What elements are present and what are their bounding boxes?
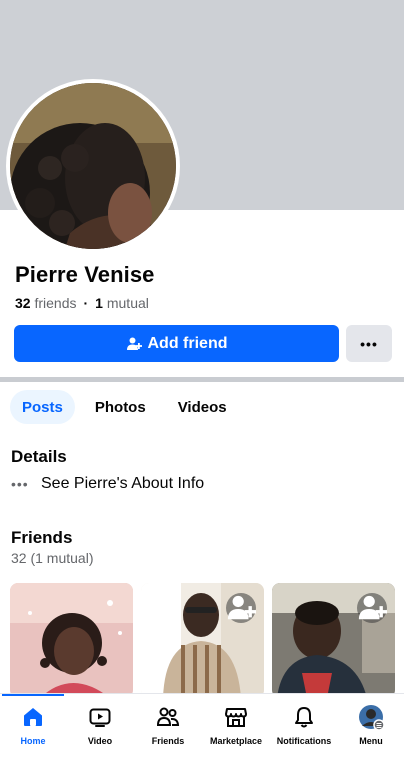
nav-notifications-label: Notifications — [276, 736, 332, 746]
friends-count-value: 32 — [15, 295, 31, 311]
profile-picture-image — [10, 83, 176, 249]
nav-video[interactable]: Video — [67, 704, 133, 746]
marketplace-icon — [223, 704, 249, 730]
nav-video-label: Video — [87, 736, 113, 746]
section-divider — [0, 377, 404, 382]
friend-card[interactable] — [272, 583, 395, 698]
add-person-icon — [358, 595, 387, 620]
profile-name: Pierre Venise — [15, 262, 155, 287]
friends-count-label: friends — [34, 295, 77, 311]
tab-photos[interactable]: Photos — [83, 390, 158, 424]
friend-counts[interactable]: 32 friends · 1 mutual — [15, 295, 149, 311]
more-options-button[interactable]: ••• — [346, 325, 392, 362]
profile-picture[interactable] — [10, 83, 176, 249]
nav-friends-label: Friends — [151, 736, 185, 746]
nav-home[interactable]: Home — [0, 704, 66, 746]
details-heading: Details — [11, 447, 67, 466]
friend-card[interactable] — [141, 583, 264, 698]
add-friend-button[interactable]: Add friend — [14, 325, 339, 362]
friend-photo — [10, 583, 133, 698]
profile-tabs: Posts Photos Videos — [10, 390, 239, 424]
video-icon — [87, 704, 113, 730]
nav-notifications[interactable]: Notifications — [271, 704, 337, 746]
add-friend-icon-button[interactable] — [226, 593, 256, 623]
more-options-icon: ••• — [360, 335, 378, 352]
mutual-count-value: 1 — [95, 295, 103, 311]
active-tab-indicator — [2, 694, 64, 696]
add-friend-icon-button[interactable] — [357, 593, 387, 623]
more-dots-icon: ••• — [11, 476, 29, 492]
home-icon — [20, 704, 46, 730]
add-person-icon — [227, 595, 256, 620]
add-friend-label: Add friend — [147, 334, 228, 352]
about-info-link[interactable]: ••• See Pierre's About Info — [11, 475, 204, 493]
mutual-count-label: mutual — [106, 295, 149, 311]
nav-menu[interactable]: Menu — [338, 704, 404, 746]
friends-heading: Friends — [11, 528, 73, 547]
bell-icon — [291, 704, 317, 730]
nav-marketplace[interactable]: Marketplace — [203, 704, 269, 746]
tab-posts[interactable]: Posts — [10, 390, 75, 424]
friends-count-summary: 32 (1 mutual) — [11, 550, 94, 566]
tab-videos[interactable]: Videos — [166, 390, 239, 424]
nav-marketplace-label: Marketplace — [209, 736, 263, 746]
nav-friends[interactable]: Friends — [135, 704, 201, 746]
add-person-icon — [126, 336, 142, 352]
nav-menu-label: Menu — [359, 736, 383, 746]
friend-card[interactable] — [10, 583, 133, 698]
bottom-navigation: Home Video Friends Marketplace Notificat… — [0, 693, 404, 757]
about-info-label: See Pierre's About Info — [41, 475, 205, 492]
friends-icon — [155, 704, 181, 730]
nav-home-label: Home — [20, 736, 46, 746]
menu-avatar-icon — [358, 704, 384, 730]
separator-dot: · — [83, 295, 89, 311]
